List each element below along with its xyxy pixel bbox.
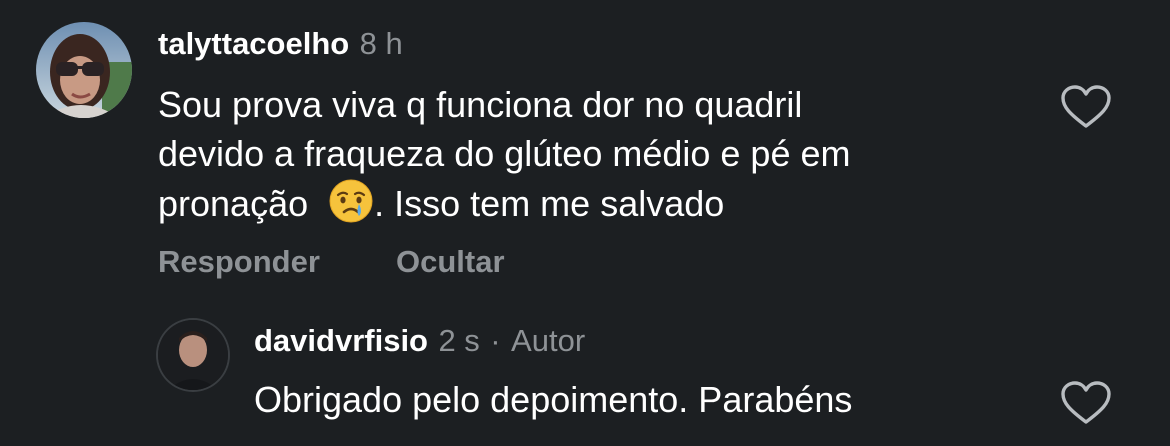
- reply-username[interactable]: davidvrfisio: [254, 323, 428, 358]
- reply-button[interactable]: Responder: [158, 244, 320, 280]
- reply-timestamp: 2 s: [438, 323, 480, 358]
- reply-text: Obrigado pelo depoimento. Parabéns: [254, 379, 853, 420]
- comment-line-text: pronação: [158, 183, 309, 224]
- heart-outline-icon[interactable]: [1060, 84, 1112, 135]
- avatar[interactable]: [36, 22, 132, 118]
- author-badge: Autor: [511, 323, 586, 358]
- comment-line-text: . Isso tem me salvado: [374, 183, 725, 224]
- comment-username[interactable]: talyttacoelho: [158, 26, 349, 61]
- comment-text: Sou prova viva q funciona dor no quadril…: [158, 80, 1038, 236]
- reply-avatar[interactable]: [158, 320, 228, 390]
- meta-separator: ·: [490, 323, 501, 358]
- crying-face-emoji-icon: [328, 178, 374, 236]
- heart-outline-icon[interactable]: [1060, 380, 1112, 431]
- comment-timestamp: 8 h: [359, 26, 403, 61]
- comment-line: devido a fraqueza do glúteo médio e pé e…: [158, 133, 851, 174]
- hide-button[interactable]: Ocultar: [396, 244, 505, 280]
- comment-line: Sou prova viva q funciona dor no quadril: [158, 84, 803, 125]
- comment-line: pronação . Isso tem me salvado: [158, 178, 1038, 236]
